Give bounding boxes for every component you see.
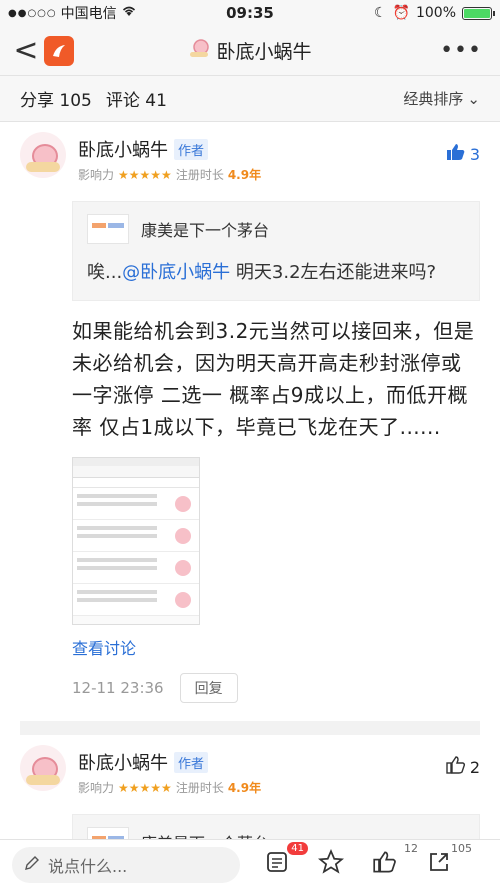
quote-text: 唉...@卧底小蜗牛 明天3.2左右还能进来吗? (87, 258, 465, 288)
comments-count: 41 (287, 841, 308, 855)
chevron-down-icon: ⌄ (467, 89, 480, 108)
comments-button[interactable]: 41 (260, 841, 308, 882)
quote-thumbnail (87, 214, 129, 244)
reply-button[interactable]: 回复 (179, 673, 238, 703)
sort-label: 经典排序 (403, 90, 464, 108)
view-discussion-link[interactable]: 查看讨论 (72, 635, 480, 659)
like-post-button[interactable]: 12 (368, 842, 418, 882)
quote-prefix: 唉... (87, 262, 123, 283)
pencil-icon (24, 855, 40, 875)
like-button[interactable]: 3 (446, 142, 480, 166)
comment-time: 12-11 23:36 (72, 679, 164, 697)
shares-count: 105 (451, 841, 472, 855)
thumbs-up-icon (446, 755, 466, 779)
register-label: 注册时长 (175, 781, 224, 795)
comment-content: 如果能给机会到3.2元当然可以接回来，但是未必给机会，因为明天高开高走秒封涨停或… (72, 319, 475, 439)
register-label: 注册时长 (175, 168, 224, 182)
sort-dropdown[interactable]: 经典排序 ⌄ (403, 88, 480, 109)
clock: 09:35 (226, 4, 274, 22)
comments-icon (265, 850, 289, 880)
share-icon (427, 850, 451, 880)
quoted-comment[interactable]: 康美是下一个茅台 唉...@卧底小蜗牛 明天3.2左右还能进来吗? (72, 201, 480, 301)
quote-author: 康美是下一个茅台 (141, 221, 270, 240)
page-title: 卧底小蜗牛 (0, 37, 500, 64)
author-name[interactable]: 卧底小蜗牛 (78, 749, 168, 775)
like-count: 3 (469, 144, 480, 164)
comment-input[interactable]: 说点什么... (12, 846, 240, 883)
quote-body: 明天3.2左右还能进来吗? (230, 262, 437, 283)
back-button[interactable]: < (12, 35, 40, 66)
thumbs-up-icon (446, 142, 466, 166)
snail-avatar-icon (188, 38, 210, 63)
like-count: 2 (469, 757, 480, 777)
register-years: 4.9年 (227, 168, 262, 182)
influence-stars: ★★★★★ (118, 167, 172, 182)
nav-bar: < 卧底小蜗牛 ••• (0, 26, 500, 76)
tab-comment[interactable]: 评论 41 (106, 86, 167, 111)
quote-mention[interactable]: @卧底小蜗牛 (122, 262, 230, 283)
comment-item: 卧底小蜗牛 作者 影响力 ★★★★★ 注册时长 4.9年 2 康美是下一个茅台 (0, 735, 500, 839)
register-years: 4.9年 (227, 781, 262, 795)
author-badge: 作者 (174, 138, 209, 160)
share-button[interactable]: 105 (422, 842, 472, 882)
influence-label: 影响力 (78, 168, 115, 182)
quoted-comment[interactable]: 康美是下一个茅台 (72, 814, 480, 839)
more-button[interactable]: ••• (440, 38, 482, 63)
bottom-bar: 说点什么... 41 12 105 (0, 839, 500, 889)
avatar[interactable] (20, 132, 66, 178)
author-badge: 作者 (174, 751, 209, 773)
comment-feed[interactable]: 卧底小蜗牛 作者 影响力 ★★★★★ 注册时长 4.9年 3 康美是下一个茅台 (0, 122, 500, 839)
like-button[interactable]: 2 (446, 755, 480, 779)
influence-label: 影响力 (78, 781, 115, 795)
attached-image[interactable] (72, 457, 200, 625)
battery-icon (462, 6, 495, 20)
avatar[interactable] (20, 745, 66, 791)
status-bar: ●●○○○ 中国电信 09:35 ☾ ⏰ 100% (0, 0, 500, 26)
thumbs-up-icon (373, 850, 397, 880)
likes-count: 12 (404, 841, 418, 855)
quote-thumbnail (87, 827, 129, 839)
app-logo-icon[interactable] (44, 35, 74, 66)
divider (20, 721, 480, 735)
tabs-bar: 分享 105 评论 41 经典排序 ⌄ (0, 76, 500, 122)
influence-stars: ★★★★★ (118, 780, 172, 795)
page-title-text: 卧底小蜗牛 (216, 41, 312, 63)
quote-author: 康美是下一个茅台 (141, 830, 269, 839)
favorite-button[interactable] (314, 848, 348, 882)
comment-placeholder: 说点什么... (48, 856, 128, 876)
author-name[interactable]: 卧底小蜗牛 (78, 136, 168, 162)
comment-item: 卧底小蜗牛 作者 影响力 ★★★★★ 注册时长 4.9年 3 康美是下一个茅台 (0, 122, 500, 735)
tab-share[interactable]: 分享 105 (20, 86, 92, 111)
star-icon (317, 848, 345, 881)
